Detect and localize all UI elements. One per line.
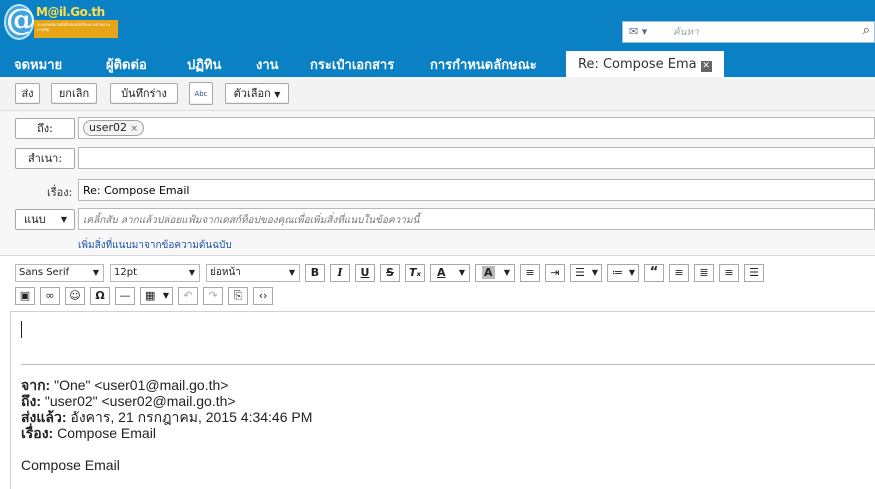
add-original-attachments-link[interactable]: เพิ่มสิ่งที่แนบมาจากข้อความต้นฉบับ (78, 238, 232, 253)
chevron-down-icon: ▼ (288, 268, 295, 277)
table-icon[interactable]: ▦ ▼ (140, 287, 173, 305)
tab-briefcase[interactable]: กระเป๋าเอกสาร (310, 49, 394, 77)
image-icon[interactable]: ▣ (15, 287, 35, 305)
chevron-down-icon: ▼ (60, 215, 67, 224)
tab-mail[interactable]: จดหมาย (14, 49, 62, 77)
quoted-subject-label: เรื่อง: (21, 425, 54, 441)
subject-input[interactable] (78, 179, 875, 201)
font-size-value: 12pt (114, 267, 137, 278)
cc-field[interactable] (78, 147, 875, 169)
font-size-select[interactable]: 12pt ▼ (110, 264, 200, 282)
search-icon[interactable]: ⌕ (863, 23, 870, 38)
send-button[interactable]: ส่ง (15, 83, 40, 104)
recipient-name: user02 (89, 121, 127, 134)
bold-icon[interactable]: B (305, 264, 325, 282)
link-icon[interactable]: ∞ (40, 287, 60, 305)
underline-icon[interactable]: U (355, 264, 375, 282)
font-family-value: Sans Serif (19, 267, 70, 278)
redo-icon[interactable]: ↷ (203, 287, 223, 305)
tab-tasks[interactable]: งาน (256, 49, 279, 77)
chevron-down-icon: ▼ (188, 268, 195, 277)
quoted-body: Compose Email (21, 457, 120, 473)
tab-compose-label: Re: Compose Ema (578, 57, 697, 72)
app-header: @ M@il.Go.th ระบบจดหมายอิเล็กทรอนิกส์ของ… (0, 0, 875, 49)
justify-full-icon[interactable]: ☰ (744, 264, 764, 282)
editor-toolbar: Sans Serif ▼ 12pt ▼ ย่อหน้า ▼ B I U S Tₓ A ▼… (0, 255, 875, 311)
blockquote-icon[interactable]: “ (644, 264, 664, 282)
logo-at-icon: @ (4, 3, 36, 40)
spellcheck-button[interactable]: Abc (189, 82, 213, 105)
search-box: ✉ ▾ ⌕ (622, 21, 875, 43)
logo-tagline: ระบบจดหมายอิเล็กทรอนิกส์ของ หน่วยงานภาคร… (34, 20, 118, 38)
options-label: ตัวเลือก (233, 87, 271, 100)
search-input[interactable] (673, 24, 853, 40)
horizontal-rule-icon[interactable]: — (115, 287, 135, 305)
indent-icon[interactable]: ⇥ (545, 264, 565, 282)
code-icon[interactable]: ‹› (253, 287, 273, 305)
align-left-icon[interactable]: ≡ (520, 264, 540, 282)
close-icon[interactable]: ✕ (700, 61, 712, 72)
quoted-subject-value: Compose Email (57, 425, 156, 441)
message-body-editor[interactable]: จาก: "One" <user01@mail.go.th> ถึง: "use… (10, 311, 875, 489)
emoji-icon[interactable]: ☺ (65, 287, 85, 305)
paragraph-select[interactable]: ย่อหน้า ▼ (206, 264, 300, 282)
quote-divider (21, 364, 875, 365)
logo-name: M@il.Go.th (36, 5, 105, 19)
attachment-hint: เคลิ้กสับ ลากแล้วปล่อยแฟ้มจากเดสก์ท็อปขอ… (83, 215, 420, 226)
compose-header-form: ถึง: user02 × สำเนา: เรื่อง: แนบ ▼ เคลิ้… (0, 111, 875, 255)
paste-icon[interactable]: ⎘ (228, 287, 248, 305)
app-tab-bar: จดหมาย ผู้ติดต่อ ปฏิทิน งาน กระเป๋าเอกสา… (0, 49, 875, 79)
clear-format-icon[interactable]: Tₓ (405, 264, 425, 282)
tab-preferences[interactable]: การกำหนดลักษณะ (430, 49, 537, 77)
spellcheck-icon: Abc (194, 90, 208, 98)
attach-button[interactable]: แนบ ▼ (15, 209, 75, 230)
strikethrough-icon[interactable]: S (380, 264, 400, 282)
quoted-subject: เรื่อง: Compose Email (21, 423, 156, 445)
font-family-select[interactable]: Sans Serif ▼ (15, 264, 104, 282)
justify-right-icon[interactable]: ≡ (719, 264, 739, 282)
italic-icon[interactable]: I (330, 264, 350, 282)
compose-toolbar: ส่ง ยกเลิก บันทึกร่าง Abc ตัวเลือก ▼ (0, 77, 875, 111)
bullet-list-icon[interactable]: ☰ ▼ (570, 264, 602, 282)
recipient-bubble[interactable]: user02 × (83, 120, 145, 136)
highlight-icon[interactable]: A ▼ (475, 264, 515, 282)
to-button[interactable]: ถึง: (15, 118, 75, 139)
subject-label: เรื่อง: (47, 186, 73, 199)
special-char-icon[interactable]: Ω (90, 287, 110, 305)
chevron-down-icon: ▼ (92, 268, 99, 277)
to-field[interactable]: user02 × (78, 117, 875, 139)
cc-button[interactable]: สำเนา: (15, 148, 75, 169)
number-list-icon[interactable]: ≔ ▼ (607, 264, 639, 282)
text-caret (21, 321, 22, 338)
options-button[interactable]: ตัวเลือก ▼ (225, 83, 289, 104)
save-draft-button[interactable]: บันทึกร่าง (110, 83, 178, 104)
remove-recipient-icon[interactable]: × (131, 124, 139, 134)
attachment-drop-area[interactable]: เคลิ้กสับ ลากแล้วปล่อยแฟ้มจากเดสก์ท็อปขอ… (78, 208, 875, 230)
search-type-dropdown[interactable]: ✉ ▾ (629, 25, 647, 38)
font-color-icon[interactable]: A ▼ (430, 264, 470, 282)
tab-contacts[interactable]: ผู้ติดต่อ (106, 49, 147, 77)
tab-calendar[interactable]: ปฏิทิน (187, 49, 221, 77)
logo[interactable]: @ M@il.Go.th ระบบจดหมายอิเล็กทรอนิกส์ของ… (4, 3, 118, 42)
chevron-down-icon: ▼ (274, 90, 281, 99)
tab-compose[interactable]: Re: Compose Ema ✕ (566, 51, 724, 79)
paragraph-value: ย่อหน้า (210, 267, 241, 278)
justify-left-icon[interactable]: ≡ (669, 264, 689, 282)
attach-label: แนบ (24, 213, 46, 226)
undo-icon[interactable]: ↶ (178, 287, 198, 305)
cancel-button[interactable]: ยกเลิก (51, 83, 97, 104)
center-icon[interactable]: ≣ (694, 264, 714, 282)
